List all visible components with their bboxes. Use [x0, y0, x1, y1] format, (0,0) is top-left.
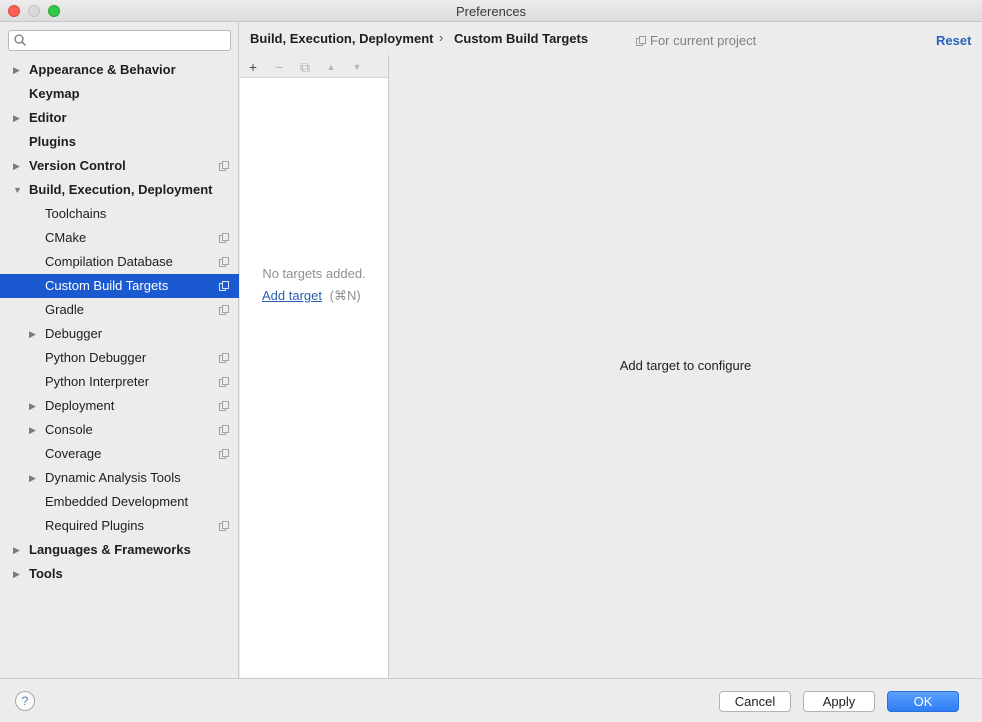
- sidebar-item-label: Python Debugger: [45, 350, 147, 365]
- project-scope-icon: [219, 449, 229, 459]
- sidebar-item-label: Toolchains: [45, 206, 107, 221]
- sidebar-item-console[interactable]: ▶ Console: [0, 418, 239, 442]
- sidebar-item-label: Deployment: [45, 398, 115, 413]
- copy-icon[interactable]: ⧉: [296, 58, 314, 76]
- sidebar-item-python-debugger[interactable]: Python Debugger: [0, 346, 239, 370]
- sidebar-item-label: Console: [45, 422, 93, 437]
- project-scope-icon: [219, 233, 229, 243]
- project-scope-icon: [219, 161, 229, 171]
- sidebar-item-label: Version Control: [29, 158, 126, 173]
- move-down-icon[interactable]: ▼: [348, 58, 366, 76]
- config-placeholder-message: Add target to configure: [619, 358, 752, 373]
- expand-arrow-right-icon[interactable]: ▶: [29, 394, 39, 418]
- sidebar-item-label: Debugger: [45, 326, 103, 341]
- sidebar-item-build-execution-deployment[interactable]: ▼ Build, Execution, Deployment: [0, 178, 239, 202]
- sidebar-item-label: Required Plugins: [45, 518, 145, 533]
- reset-button[interactable]: Reset: [936, 33, 971, 48]
- sidebar-item-editor[interactable]: ▶ Editor: [0, 106, 239, 130]
- move-up-icon[interactable]: ▲: [322, 58, 340, 76]
- sidebar-item-label: Compilation Database: [45, 254, 173, 269]
- sidebar-item-label: Embedded Development: [45, 494, 189, 509]
- sidebar-item-required-plugins[interactable]: Required Plugins: [0, 514, 239, 538]
- sidebar-item-label: Custom Build Targets: [45, 278, 169, 293]
- sidebar-item-gradle[interactable]: Gradle: [0, 298, 239, 322]
- sidebar-item-keymap[interactable]: Keymap: [0, 82, 239, 106]
- sidebar-item-label: Editor: [29, 110, 67, 125]
- breadcrumb-separator-icon: ›: [439, 30, 444, 45]
- ok-button[interactable]: OK: [887, 691, 959, 712]
- project-scope-icon: [219, 521, 229, 531]
- sidebar-item-label: Appearance & Behavior: [29, 62, 176, 77]
- expand-arrow-right-icon[interactable]: ▶: [29, 322, 39, 346]
- settings-tree: ▶ Appearance & Behavior Keymap ▶ Editor Plugi…: [0, 58, 239, 586]
- cancel-button[interactable]: Cancel: [719, 691, 791, 712]
- expand-arrow-right-icon[interactable]: ▶: [13, 538, 23, 562]
- project-scope-icon: [219, 281, 229, 291]
- apply-button[interactable]: Apply: [803, 691, 875, 712]
- sidebar-item-version-control[interactable]: ▶ Version Control: [0, 154, 239, 178]
- sidebar-item-deployment[interactable]: ▶ Deployment: [0, 394, 239, 418]
- settings-sidebar: ▶ Appearance & Behavior Keymap ▶ Editor Plugi…: [0, 22, 239, 678]
- targets-toolbar: + − ⧉ ▲ ▼: [240, 55, 388, 78]
- help-button[interactable]: ?: [15, 691, 35, 711]
- sidebar-item-label: Tools: [29, 566, 63, 581]
- expand-arrow-down-icon[interactable]: ▼: [13, 178, 23, 202]
- sidebar-item-label: Gradle: [45, 302, 85, 317]
- sidebar-item-label: Keymap: [29, 86, 80, 101]
- add-icon[interactable]: +: [244, 58, 262, 76]
- breadcrumb-parent[interactable]: Build, Execution, Deployment: [250, 31, 433, 46]
- sidebar-item-label: Coverage: [45, 446, 102, 461]
- sidebar-item-coverage[interactable]: Coverage: [0, 442, 239, 466]
- search-input[interactable]: [37, 32, 227, 49]
- breadcrumb-current: Custom Build Targets: [454, 31, 589, 46]
- empty-state-text: No targets added.: [262, 266, 366, 281]
- sidebar-item-compilation-database[interactable]: Compilation Database: [0, 250, 239, 274]
- expand-arrow-right-icon[interactable]: ▶: [13, 154, 23, 178]
- page-header: Build, Execution, Deployment › Custom Bu…: [240, 22, 982, 56]
- sidebar-item-label: Plugins: [29, 134, 76, 149]
- sidebar-item-embedded-development[interactable]: Embedded Development: [0, 490, 239, 514]
- window-title: Preferences: [455, 4, 527, 19]
- sidebar-item-label: CMake: [45, 230, 87, 245]
- search-icon: [14, 34, 26, 46]
- sidebar-item-custom-build-targets[interactable]: Custom Build Targets: [0, 274, 239, 298]
- target-config-panel: Add target to configure: [389, 55, 982, 678]
- sidebar-item-cmake[interactable]: CMake: [0, 226, 239, 250]
- scope-label: For current project: [650, 33, 757, 48]
- sidebar-item-debugger[interactable]: ▶ Debugger: [0, 322, 239, 346]
- add-target-shortcut: (⌘N): [329, 288, 361, 303]
- remove-icon[interactable]: −: [270, 58, 288, 76]
- sidebar-item-label: Build, Execution, Deployment: [29, 182, 213, 197]
- expand-arrow-right-icon[interactable]: ▶: [13, 58, 23, 82]
- sidebar-item-label: Languages & Frameworks: [29, 542, 191, 557]
- expand-arrow-right-icon[interactable]: ▶: [29, 418, 39, 442]
- sidebar-item-python-interpreter[interactable]: Python Interpreter: [0, 370, 239, 394]
- title-bar: Preferences: [0, 0, 982, 22]
- project-scope-icon: [636, 36, 646, 46]
- add-target-link[interactable]: Add target: [262, 288, 322, 303]
- add-target-hint: Add target (⌘N): [262, 288, 361, 304]
- search-box[interactable]: [8, 30, 231, 51]
- project-scope-icon: [219, 353, 229, 363]
- project-scope-icon: [219, 401, 229, 411]
- sidebar-item-languages-frameworks[interactable]: ▶ Languages & Frameworks: [0, 538, 239, 562]
- sidebar-item-label: Python Interpreter: [45, 374, 150, 389]
- sidebar-item-label: Dynamic Analysis Tools: [45, 470, 181, 485]
- sidebar-item-plugins[interactable]: Plugins: [0, 130, 239, 154]
- expand-arrow-right-icon[interactable]: ▶: [13, 106, 23, 130]
- project-scope-icon: [219, 425, 229, 435]
- expand-arrow-right-icon[interactable]: ▶: [13, 562, 23, 586]
- sidebar-item-dynamic-analysis-tools[interactable]: ▶ Dynamic Analysis Tools: [0, 466, 239, 490]
- scope-indicator: For current project: [636, 33, 756, 48]
- project-scope-icon: [219, 257, 229, 267]
- sidebar-item-tools[interactable]: ▶ Tools: [0, 562, 239, 586]
- dialog-footer: ? Cancel Apply OK: [0, 678, 982, 722]
- project-scope-icon: [219, 377, 229, 387]
- expand-arrow-right-icon[interactable]: ▶: [29, 466, 39, 490]
- project-scope-icon: [219, 305, 229, 315]
- targets-list-panel: + − ⧉ ▲ ▼ No targets added. Add target (⌘N): [240, 55, 389, 678]
- sidebar-item-appearance-behavior[interactable]: ▶ Appearance & Behavior: [0, 58, 239, 82]
- sidebar-item-toolchains[interactable]: Toolchains: [0, 202, 239, 226]
